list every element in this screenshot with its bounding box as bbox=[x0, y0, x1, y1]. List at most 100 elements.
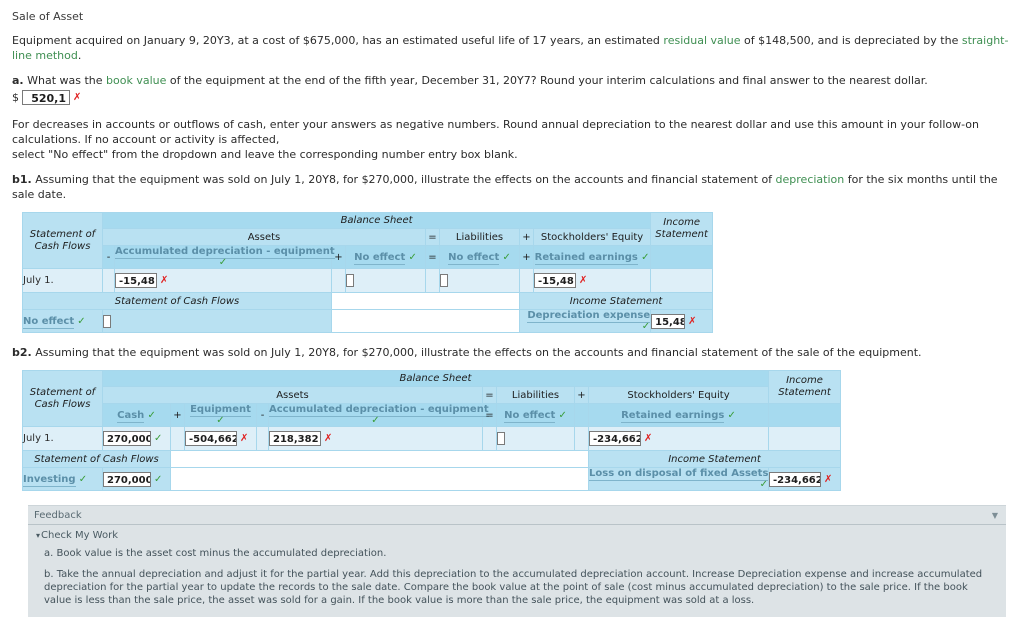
b2-cash-input[interactable]: 270,000 bbox=[103, 431, 151, 446]
b2-is-account-cell[interactable]: Loss on disposal of fixed Assets ✓ bbox=[588, 467, 769, 491]
b2-cash-cell: 270,000 ✓ bbox=[102, 426, 171, 451]
b1-accum-dep-cell: -15,48 ✗ bbox=[114, 268, 332, 293]
b1-subtitles-row: Statement of Cash Flows Income Statement bbox=[22, 292, 714, 310]
incorrect-icon: ✗ bbox=[160, 275, 169, 286]
correct-icon: ✓ bbox=[216, 415, 225, 426]
worksheet-page: Sale of Asset Equipment acquired on Janu… bbox=[0, 0, 1024, 617]
b1-liab-input[interactable] bbox=[440, 274, 448, 287]
b2-retained-inputgroup: -234,662 ✗ bbox=[589, 431, 652, 446]
instructions-line-1: For decreases in accounts or outflows of… bbox=[12, 118, 979, 146]
b1-is-value-cell: 15,48 ✗ bbox=[650, 309, 714, 333]
b2-assets-header: Assets bbox=[102, 386, 483, 404]
b1-bottom-row: No effect ✓ Depreciation expense ✓ 15,48… bbox=[22, 309, 714, 333]
part-a-text-1: What was the bbox=[23, 74, 107, 87]
b2-row-bs-title: Statement of Cash Flows Balance Sheet In… bbox=[22, 370, 841, 427]
part-a-text-2: of the equipment at the end of the fifth… bbox=[166, 74, 928, 87]
b2-account-cash[interactable]: Cash bbox=[117, 409, 145, 423]
b2-equipment-input[interactable]: -504,662 bbox=[185, 431, 237, 446]
part-a-question: a. What was the book value of the equipm… bbox=[12, 73, 1014, 88]
b1-is-account-cell[interactable]: Depreciation expense ✓ bbox=[518, 309, 652, 333]
b1-spacer-3 bbox=[425, 268, 440, 293]
b2-account-retained-cell[interactable]: Retained earnings ✓ bbox=[588, 403, 769, 427]
check-my-work-toggle[interactable]: ▾Check My Work bbox=[36, 530, 998, 541]
b1-is-input[interactable]: 15,48 bbox=[651, 313, 686, 329]
b2-is-value-cell: -234,662 ✗ bbox=[768, 467, 841, 491]
b2-scf-title: Statement of Cash Flows bbox=[22, 450, 171, 468]
b2-scf-account[interactable]: Investing bbox=[23, 473, 76, 487]
b2-account-liab-noeffect[interactable]: No effect bbox=[504, 409, 556, 423]
b1-account-liab-noeffect[interactable]: No effect bbox=[448, 251, 500, 265]
b1-account-retained-cell[interactable]: Retained earnings ✓ bbox=[532, 245, 652, 269]
b1-row-date: July 1. bbox=[22, 268, 103, 293]
b2-is-title: Income Statement bbox=[588, 450, 841, 468]
b1-account-liab-noeffect-cell[interactable]: No effect ✓ bbox=[439, 245, 520, 269]
b2-row-groups: Assets = Liabilities + Stockholders' Equ… bbox=[23, 386, 841, 404]
part-a-answer-input[interactable]: 520,1 bbox=[22, 90, 70, 105]
b2-spacer-4 bbox=[574, 426, 589, 451]
part-b1-label: b1. bbox=[12, 173, 32, 186]
b2-is-account[interactable]: Loss on disposal of fixed Assets bbox=[589, 468, 769, 481]
part-b2-label: b2. bbox=[12, 346, 32, 359]
b2-bottom-row: Investing ✓ 270,000 ✓ Loss on disposal o… bbox=[22, 467, 841, 491]
correct-icon: ✓ bbox=[147, 409, 156, 421]
b1-scf-account-cell[interactable]: No effect ✓ bbox=[22, 309, 103, 333]
b2-is-account-placeholder bbox=[768, 403, 841, 427]
b1-is-inputgroup: 15,48 ✗ bbox=[651, 313, 697, 329]
intro-text-3: . bbox=[77, 49, 82, 62]
b1-corner-line1: Statement of bbox=[29, 228, 96, 240]
correct-icon: ✓ bbox=[408, 251, 417, 263]
b1-op-plus-1: + bbox=[519, 228, 534, 246]
b2-account-liab-cell[interactable]: No effect ✓ bbox=[496, 403, 575, 427]
b2-scf-account-cell[interactable]: Investing ✓ bbox=[22, 467, 103, 491]
table-row: July 1. 270,000 ✓ -504,662 ✗ 218,382 ✗ -… bbox=[22, 426, 841, 451]
b2-op-equals-1: = bbox=[482, 386, 497, 404]
b2-blank-middle-1 bbox=[170, 450, 589, 468]
chevron-down-icon[interactable]: ▼ bbox=[992, 511, 998, 520]
page-title: Sale of Asset bbox=[12, 10, 84, 23]
book-value-link[interactable]: book value bbox=[106, 74, 166, 87]
currency-symbol: $ bbox=[12, 91, 19, 104]
residual-value-link[interactable]: residual value bbox=[663, 34, 740, 47]
b2-account-accum-dep-cell[interactable]: Accumulated depreciation - equipment ✓ bbox=[268, 403, 489, 427]
b1-liab-cell bbox=[439, 268, 520, 293]
b2-is-input[interactable]: -234,662 bbox=[769, 471, 821, 487]
b2-retained-input[interactable]: -234,662 bbox=[589, 431, 641, 446]
b1-scf-account[interactable]: No effect bbox=[23, 315, 75, 329]
intro-text-1: Equipment acquired on January 9, 20Y3, a… bbox=[12, 34, 664, 47]
b1-retained-inputgroup: -15,48 ✗ bbox=[534, 273, 587, 288]
b2-scf-value-cell: 270,000 ✓ bbox=[102, 467, 171, 491]
b1-is-account-placeholder bbox=[650, 245, 714, 269]
b2-scf-input[interactable]: 270,000 bbox=[103, 471, 151, 487]
b1-account-accum-dep-cell[interactable]: Accumulated depreciation - equipment ✓ bbox=[114, 245, 335, 269]
b1-account-retained-earnings[interactable]: Retained earnings bbox=[534, 251, 638, 265]
b2-account-retained-earnings[interactable]: Retained earnings bbox=[621, 409, 725, 423]
intro-paragraph: Equipment acquired on January 9, 20Y3, a… bbox=[12, 33, 1014, 63]
b1-row-bs-title: Statement of Cash Flows Balance Sheet In… bbox=[22, 212, 714, 269]
b2-effects-table: Statement of Cash Flows Balance Sheet In… bbox=[22, 370, 841, 491]
check-my-work-label: Check My Work bbox=[41, 530, 119, 541]
b2-row-accounts: Cash ✓ + Equipment ✓ - Accumulated depre… bbox=[23, 403, 841, 427]
part-b2-prompt: b2. Assuming that the equipment was sold… bbox=[12, 345, 1014, 360]
b2-blank-middle-2 bbox=[170, 467, 589, 491]
b2-op-plus-1: + bbox=[574, 386, 589, 404]
depreciation-link[interactable]: depreciation bbox=[776, 173, 845, 186]
b2-spacer-3 bbox=[482, 426, 497, 451]
b2-liab-input[interactable] bbox=[497, 432, 505, 445]
b1-is-hdr-line2: Statement bbox=[655, 229, 708, 240]
b1-scf-value-cell bbox=[102, 309, 332, 333]
b1-scf-input[interactable] bbox=[103, 314, 111, 328]
b1-account-asset-noeffect-cell[interactable]: No effect ✓ bbox=[345, 245, 426, 269]
b1-is-account[interactable]: Depreciation expense bbox=[527, 310, 651, 323]
b2-account-equipment-cell[interactable]: Equipment ✓ bbox=[184, 403, 257, 427]
correct-icon: ✓ bbox=[641, 321, 651, 332]
b2-subtitles-row: Statement of Cash Flows Income Statement bbox=[22, 450, 841, 468]
b1-is-hdr-line1: Income bbox=[663, 217, 700, 228]
b2-accum-dep-input[interactable]: 218,382 bbox=[269, 431, 321, 446]
correct-icon: ✓ bbox=[154, 433, 163, 444]
b1-account-asset-noeffect[interactable]: No effect bbox=[354, 251, 406, 265]
b1-assets-header: Assets bbox=[102, 228, 426, 246]
b2-account-cash-cell[interactable]: Cash ✓ bbox=[102, 403, 171, 427]
b1-retained-input[interactable]: -15,48 bbox=[534, 273, 576, 288]
b1-asset-noeffect-input[interactable] bbox=[346, 274, 354, 287]
b1-accum-dep-input[interactable]: -15,48 bbox=[115, 273, 157, 288]
